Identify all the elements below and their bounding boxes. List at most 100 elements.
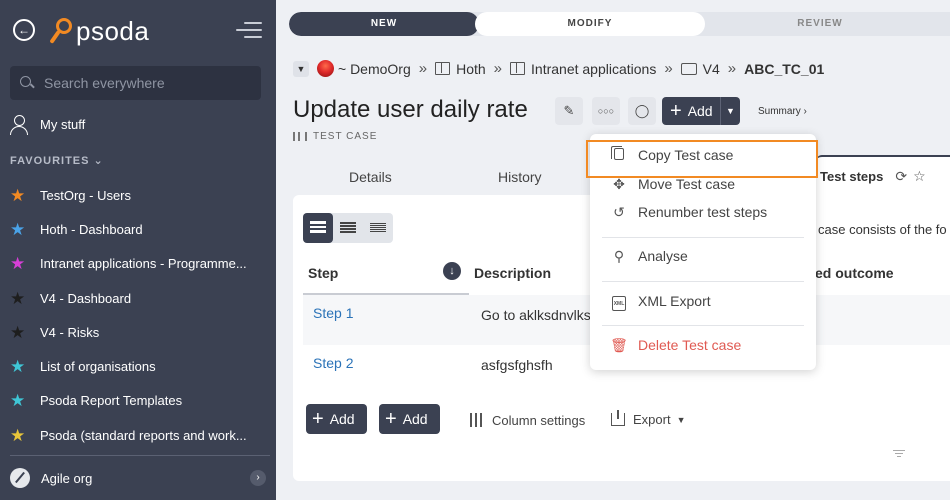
search-icon: [20, 76, 34, 90]
star-outline-icon[interactable]: ☆: [913, 168, 926, 185]
star-icon: ★: [10, 391, 26, 411]
favourite-item[interactable]: ★ Intranet applications - Programme...: [10, 247, 265, 281]
export-icon: [611, 410, 625, 426]
star-icon: ★: [10, 357, 26, 377]
favourite-item[interactable]: ★ Psoda (standard reports and work...: [10, 418, 265, 452]
step-description: asfgsfghsfh: [481, 357, 553, 373]
workflow-bar: NEW MODIFY REVIEW: [289, 12, 950, 36]
favourite-item[interactable]: ★ TestOrg - Users: [10, 178, 265, 212]
menu-toggle-icon[interactable]: [236, 22, 262, 40]
add-step-button[interactable]: + Add: [306, 404, 367, 434]
chevron-down-icon[interactable]: ▼: [293, 60, 309, 77]
menu-item-copy-test-case[interactable]: Copy Test case: [586, 140, 818, 178]
book-icon: [435, 62, 451, 75]
logo-text: psoda: [76, 15, 150, 46]
chevron-down-icon: ▼: [676, 414, 686, 425]
trash-icon: 🗑: [610, 336, 628, 353]
sidebar-header: ← psoda: [0, 0, 276, 62]
my-stuff-link[interactable]: My stuff: [10, 114, 86, 135]
renumber-icon: ↺: [613, 203, 625, 220]
breadcrumb-separator: »: [493, 60, 503, 77]
menu-item-renumber[interactable]: ↺ Renumber test steps: [590, 198, 816, 226]
tag-icon: ◯: [634, 103, 650, 118]
compact-list-icon: [340, 222, 356, 234]
breadcrumb-item[interactable]: V4: [703, 61, 720, 77]
column-header-expected-outcome[interactable]: ed outcome: [815, 265, 894, 281]
summary-link[interactable]: Summary ›: [758, 106, 807, 117]
view-compact-button[interactable]: [333, 213, 363, 243]
org-switcher-label: Agile org: [41, 470, 93, 486]
star-icon: ★: [10, 288, 26, 308]
star-icon: ★: [10, 322, 26, 342]
edit-button[interactable]: ✎: [555, 97, 583, 125]
add-dropdown-menu: Copy Test case ✥ Move Test case ↺ Renumb…: [586, 134, 818, 370]
sort-down-icon[interactable]: ↓: [443, 262, 461, 280]
breadcrumb-separator: »: [727, 60, 737, 77]
view-toggle: [303, 213, 393, 243]
workflow-step-review[interactable]: REVIEW: [705, 12, 935, 36]
breadcrumb-org[interactable]: ~ DemoOrg: [338, 61, 411, 77]
favourite-item[interactable]: ★ Hoth - Dashboard: [10, 212, 265, 246]
more-icon: ○○○: [597, 106, 615, 116]
menu-item-analyse[interactable]: ⚲ Analyse: [590, 242, 816, 270]
my-stuff-label: My stuff: [40, 116, 86, 132]
workflow-step-modify[interactable]: MODIFY: [475, 12, 705, 36]
breadcrumb-current: ABC_TC_01: [744, 60, 825, 77]
menu-divider: [602, 325, 804, 326]
list-icon: [310, 221, 326, 235]
menu-item-delete-test-case[interactable]: 🗑 Delete Test case: [590, 331, 816, 359]
back-icon[interactable]: ←: [13, 19, 35, 41]
column-header-step[interactable]: Step: [308, 265, 338, 281]
tag-button[interactable]: ◯: [628, 97, 656, 125]
step-link[interactable]: Step 2: [313, 355, 353, 371]
dense-list-icon: [370, 223, 386, 233]
chevron-right-icon[interactable]: ›: [250, 470, 266, 486]
menu-divider: [602, 237, 804, 238]
org-icon: [10, 468, 30, 488]
logo-mark-icon: [49, 16, 72, 46]
folder-icon: [680, 62, 697, 75]
menu-item-move-test-case[interactable]: ✥ Move Test case: [590, 170, 816, 198]
intro-text: case consists of the fo: [818, 222, 947, 237]
search-box[interactable]: [10, 66, 261, 100]
breadcrumb-item[interactable]: Hoth: [456, 61, 486, 77]
view-dense-button[interactable]: [363, 213, 393, 243]
workflow-step-new[interactable]: NEW: [289, 12, 479, 36]
view-list-button[interactable]: [303, 213, 333, 243]
add-button[interactable]: + Add ▼: [662, 97, 740, 125]
favourite-item[interactable]: ★ List of organisations: [10, 349, 265, 383]
tab-test-steps[interactable]: Test steps ⟳ ☆: [816, 155, 950, 195]
search-icon: ⚲: [613, 247, 625, 264]
book-icon: [510, 62, 526, 75]
refresh-icon[interactable]: ⟳: [895, 168, 907, 185]
org-switcher[interactable]: Agile org ›: [10, 468, 268, 488]
chevron-down-icon[interactable]: ▼: [720, 97, 740, 125]
plus-icon: +: [670, 100, 682, 122]
search-input[interactable]: [44, 75, 244, 91]
breadcrumb: ▼ ~ DemoOrg » Hoth » Intranet applicatio…: [293, 60, 824, 77]
psoda-logo[interactable]: psoda: [49, 14, 150, 48]
page-type: TEST CASE: [293, 131, 377, 142]
tab-details[interactable]: Details: [349, 169, 392, 185]
breadcrumb-item[interactable]: Intranet applications: [531, 61, 656, 77]
favourite-item[interactable]: ★ Psoda Report Templates: [10, 384, 265, 418]
filter-icon[interactable]: [893, 450, 905, 459]
column-settings-button[interactable]: Column settings: [468, 412, 585, 428]
person-icon: [10, 114, 28, 135]
export-button[interactable]: Export ▼: [611, 410, 686, 427]
step-link[interactable]: Step 1: [313, 305, 353, 321]
org-avatar-icon: [317, 60, 334, 77]
column-header-description[interactable]: Description: [474, 265, 551, 281]
add-step-button-2[interactable]: + Add: [379, 404, 440, 434]
tab-history[interactable]: History: [498, 169, 542, 185]
favourite-item[interactable]: ★ V4 - Dashboard: [10, 281, 265, 315]
menu-item-xml-export[interactable]: XML XML Export: [590, 287, 816, 315]
more-button[interactable]: ○○○: [592, 97, 620, 125]
test-case-icon: [293, 132, 307, 141]
favourite-item[interactable]: ★ V4 - Risks: [10, 315, 265, 349]
favourites-heading[interactable]: FAVOURITES ⌄: [10, 154, 104, 167]
page-title: Update user daily rate: [293, 96, 528, 123]
star-icon: ★: [10, 254, 26, 274]
step-description: Go to aklksdnvlks: [481, 307, 591, 323]
sliders-icon: [468, 412, 484, 428]
